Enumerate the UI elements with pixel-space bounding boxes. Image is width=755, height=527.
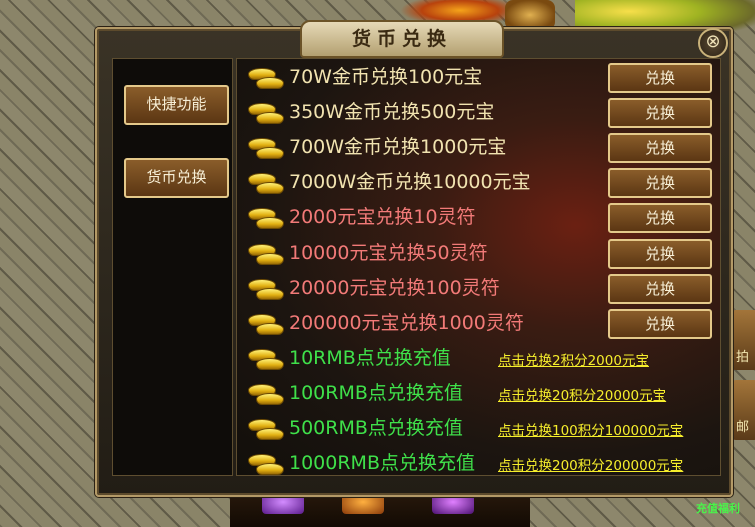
exchange-row: 2000元宝兑换10灵符 兑换 [242,201,717,235]
exchange-row-label: 2000元宝兑换10灵符 [289,206,476,228]
exchange-row: 500RMB点兑换充值 点击兑换100积分100000元宝 [242,412,717,446]
dialog-title-plate: 货币兑换 [300,20,504,58]
nav-currency-exchange-button[interactable]: 货币兑换 [124,158,229,198]
gold-ingot-icon [246,451,284,477]
exchange-row: 20000元宝兑换100灵符 兑换 [242,272,717,306]
gold-ingot-icon [246,276,284,302]
dialog-title: 货币兑换 [351,28,452,50]
gold-ingot-icon [246,311,284,337]
exchange-button[interactable]: 兑换 [608,63,712,93]
nav-quick-functions-button[interactable]: 快捷功能 [124,85,229,125]
close-button[interactable]: ⊗ [698,28,728,58]
exchange-row: 10000元宝兑换50灵符 兑换 [242,237,717,271]
exchange-row: 350W金币兑换500元宝 兑换 [242,96,717,130]
gold-ingot-icon [246,416,284,442]
exchange-row-label: 100RMB点兑换充值 [289,382,463,404]
exchange-row-label: 1000RMB点兑换充值 [289,452,475,474]
exchange-row-label: 500RMB点兑换充值 [289,417,463,439]
gold-ingot-icon [246,100,284,126]
gold-ingot-icon [246,205,284,231]
recharge-welfare-link[interactable]: 充值福利 [696,500,740,516]
auction-label: 拍 [736,350,750,365]
exchange-row-label: 70W金币兑换100元宝 [289,66,483,88]
exchange-row: 200000元宝兑换1000灵符 兑换 [242,307,717,341]
exchange-row: 100RMB点兑换充值 点击兑换20积分20000元宝 [242,377,717,411]
exchange-row: 10RMB点兑换充值 点击兑换2积分2000元宝 [242,342,717,376]
exchange-link[interactable]: 点击兑换20积分20000元宝 [498,384,666,404]
exchange-row: 70W金币兑换100元宝 兑换 [242,61,717,95]
gold-ingot-icon [246,241,284,267]
exchange-row-label: 7000W金币兑换10000元宝 [289,171,531,193]
gold-ingot-icon [246,381,284,407]
exchange-row: 1000RMB点兑换充值 点击兑换200积分200000元宝 [242,447,717,481]
exchange-row-label: 200000元宝兑换1000灵符 [289,312,524,334]
exchange-row-label: 10RMB点兑换充值 [289,347,451,369]
exchange-button[interactable]: 兑换 [608,133,712,163]
exchange-button[interactable]: 兑换 [608,98,712,128]
exchange-row-label: 10000元宝兑换50灵符 [289,242,488,264]
exchange-link[interactable]: 点击兑换2积分2000元宝 [498,349,649,369]
gold-ingot-icon [246,346,284,372]
exchange-row-label: 20000元宝兑换100灵符 [289,277,500,299]
exchange-button[interactable]: 兑换 [608,168,712,198]
exchange-button[interactable]: 兑换 [608,309,712,339]
exchange-row-label: 700W金币兑换1000元宝 [289,136,507,158]
exchange-row: 7000W金币兑换10000元宝 兑换 [242,166,717,200]
exchange-row-label: 350W金币兑换500元宝 [289,101,495,123]
exchange-link[interactable]: 点击兑换200积分200000元宝 [498,454,683,474]
gold-ingot-icon [246,65,284,91]
treasure-chest-icon[interactable] [505,0,555,30]
gold-ingot-icon [246,170,284,196]
exchange-button[interactable]: 兑换 [608,274,712,304]
exchange-row: 700W金币兑换1000元宝 兑换 [242,131,717,165]
gold-ingot-icon [246,135,284,161]
mail-label: 邮 [736,420,750,435]
exchange-link[interactable]: 点击兑换100积分100000元宝 [498,419,683,439]
exchange-button[interactable]: 兑换 [608,203,712,233]
exchange-button[interactable]: 兑换 [608,239,712,269]
